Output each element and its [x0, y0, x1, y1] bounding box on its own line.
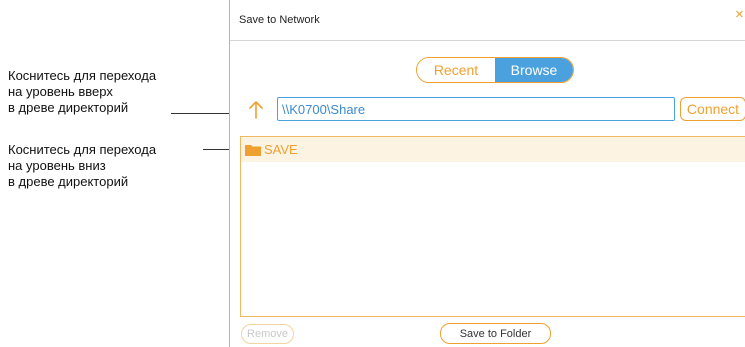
tab-recent[interactable]: Recent [417, 58, 495, 82]
folder-name: SAVE [264, 142, 298, 157]
connect-button[interactable]: Connect [680, 97, 745, 121]
tab-browse[interactable]: Browse [495, 58, 573, 82]
save-to-network-dialog: Save to Network × Recent Browse Connect … [229, 0, 745, 347]
up-arrow-icon[interactable] [247, 99, 265, 119]
close-icon[interactable]: × [735, 7, 744, 23]
folder-list: SAVE [240, 136, 745, 317]
folder-list-item[interactable]: SAVE [241, 137, 745, 162]
callout-down-level: Коснитесь для перехода на уровень вниз в… [8, 142, 157, 189]
dialog-title: Save to Network [239, 14, 320, 26]
callout-up-level: Коснитесь для перехода на уровень вверх … [8, 68, 157, 115]
source-tab-switch: Recent Browse [416, 57, 574, 83]
network-path-input[interactable] [277, 97, 675, 121]
remove-button[interactable]: Remove [241, 324, 294, 344]
callout-up-leader [171, 113, 229, 114]
folder-icon [245, 144, 261, 156]
dialog-title-bar: Save to Network × [230, 0, 745, 41]
save-to-folder-button[interactable]: Save to Folder [440, 323, 551, 344]
